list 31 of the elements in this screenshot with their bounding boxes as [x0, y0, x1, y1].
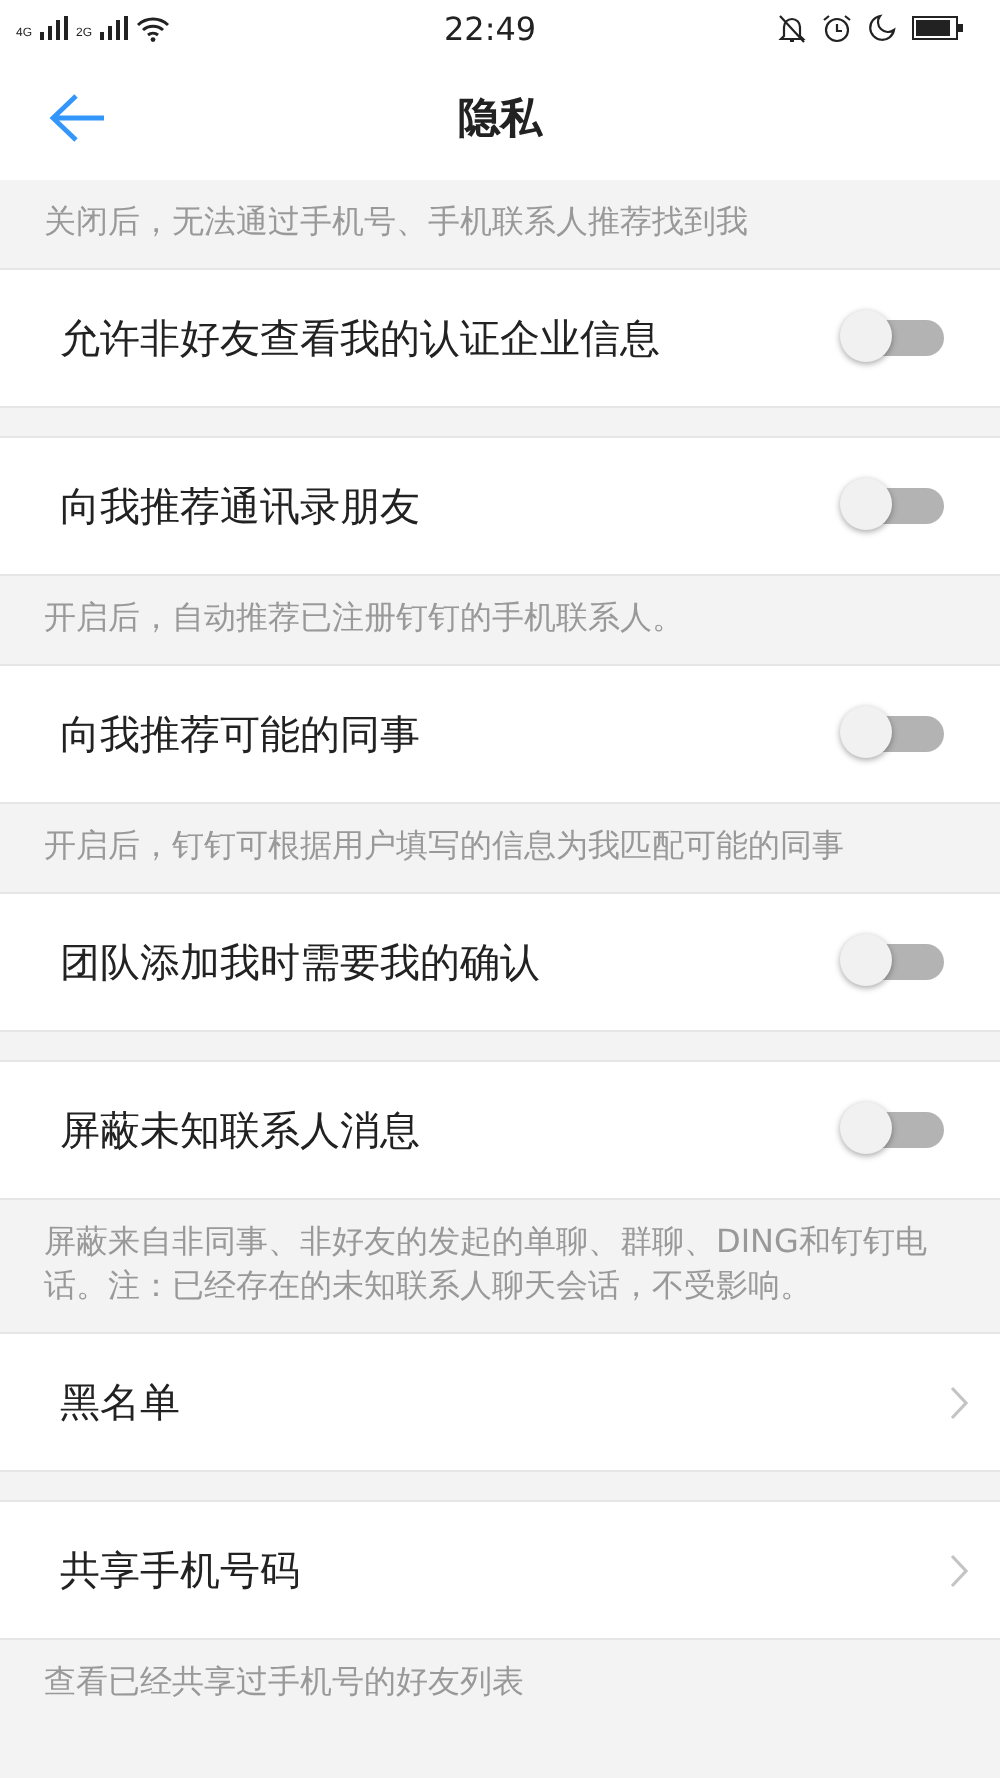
hint-text: 关闭后，无法通过手机号、手机联系人推荐找到我	[42, 200, 750, 244]
hint-text: 开启后，自动推荐已注册钉钉的手机联系人。	[42, 596, 686, 640]
settings-row[interactable]: 黑名单	[0, 1332, 1000, 1472]
alarm-icon	[822, 13, 853, 43]
status-time: 22:49	[443, 9, 537, 47]
setting-label: 向我推荐可能的同事	[60, 707, 422, 761]
settings-row[interactable]: 共享手机号码	[0, 1500, 1000, 1640]
signal-icon	[40, 16, 69, 40]
hint-text: 查看已经共享过手机号的好友列表	[42, 1660, 526, 1704]
toggle-switch[interactable]	[840, 310, 948, 366]
wifi-icon	[136, 15, 171, 41]
chevron-right-icon	[950, 1553, 968, 1587]
toggle-switch[interactable]	[840, 934, 948, 990]
battery-icon	[912, 16, 965, 40]
toggle-switch[interactable]	[840, 1102, 948, 1158]
setting-label: 允许非好友查看我的认证企业信息	[60, 311, 662, 365]
setting-label: 黑名单	[60, 1375, 182, 1429]
setting-label: 屏蔽未知联系人消息	[60, 1103, 422, 1157]
hint-text: 屏蔽来自非同事、非好友的发起的单聊、群聊、DING和钉钉电话。注：已经存在的未知联系人聊天会话，不受影响。	[42, 1220, 929, 1308]
moon-icon	[868, 14, 897, 42]
back-arrow-icon[interactable]	[48, 92, 108, 144]
toggle-switch[interactable]	[840, 706, 948, 762]
setting-label: 向我推荐通讯录朋友	[60, 479, 422, 533]
page-title: 隐私	[458, 92, 542, 146]
toggle-switch[interactable]	[840, 478, 948, 534]
signal-icon	[100, 16, 129, 40]
setting-label: 团队添加我时需要我的确认	[60, 935, 542, 989]
setting-label: 共享手机号码	[60, 1543, 302, 1597]
bell-off-icon	[778, 13, 807, 43]
hint-text: 开启后，钉钉可根据用户填写的信息为我匹配可能的同事	[42, 824, 846, 868]
chevron-right-icon	[950, 1385, 968, 1419]
